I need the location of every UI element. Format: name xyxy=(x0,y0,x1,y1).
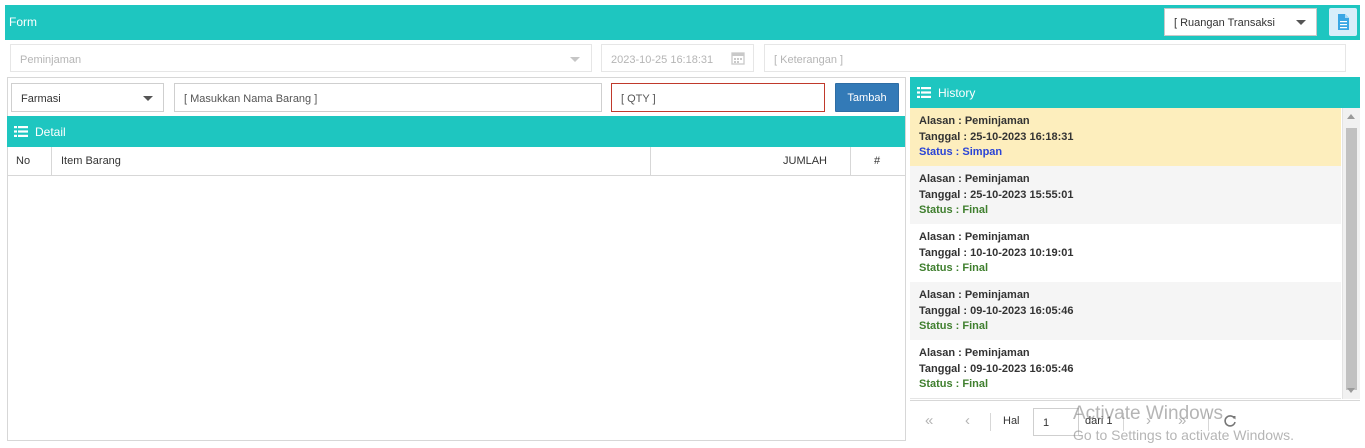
column-no: No xyxy=(16,155,31,167)
column-jumlah: JUMLAH xyxy=(783,155,828,167)
keterangan-field[interactable]: [ Keterangan ] xyxy=(764,44,1346,72)
alasan-select[interactable]: Peminjaman xyxy=(10,44,592,72)
detail-table-header: No Item Barang JUMLAH # xyxy=(7,147,905,176)
history-tanggal: Tanggal : 25-10-2023 16:18:31 xyxy=(919,130,1074,143)
history-list: Alasan : Peminjaman Tanggal : 25-10-2023… xyxy=(910,108,1341,399)
file-icon xyxy=(1338,14,1349,30)
nama-barang-input[interactable]: [ Masukkan Nama Barang ] xyxy=(174,83,602,112)
history-title: History xyxy=(938,86,976,100)
tambah-button[interactable]: Tambah xyxy=(835,83,899,112)
history-item[interactable]: Alasan : Peminjaman Tanggal : 09-10-2023… xyxy=(910,282,1341,341)
form-title: Form xyxy=(9,15,37,29)
activate-windows-hint: Go to Settings to activate Windows. xyxy=(1073,427,1294,443)
history-status: Status : Simpan xyxy=(919,146,1003,158)
scrollbar-thumb[interactable] xyxy=(1346,128,1357,390)
history-item[interactable]: Alasan : Peminjaman Tanggal : 25-10-2023… xyxy=(910,108,1341,167)
kategori-select[interactable]: Farmasi xyxy=(11,83,164,112)
column-item-barang: Item Barang xyxy=(61,155,121,167)
prev-page-icon[interactable]: ‹ xyxy=(965,412,970,429)
pager-divider xyxy=(990,413,991,431)
kategori-select-value: Farmasi xyxy=(21,93,61,105)
alasan-select-value: Peminjaman xyxy=(20,54,82,66)
chevron-down-icon xyxy=(143,96,153,101)
history-tanggal: Tanggal : 25-10-2023 15:55:01 xyxy=(919,188,1074,201)
keterangan-placeholder: [ Keterangan ] xyxy=(774,54,844,66)
detail-title: Detail xyxy=(35,125,66,139)
refresh-icon[interactable] xyxy=(1223,414,1237,428)
scroll-up-arrow-icon[interactable] xyxy=(1347,114,1355,119)
history-tanggal: Tanggal : 09-10-2023 16:05:46 xyxy=(919,362,1074,375)
history-alasan: Alasan : Peminjaman xyxy=(919,347,1030,359)
history-status: Status : Final xyxy=(919,262,989,274)
history-item[interactable]: Alasan : Peminjaman Tanggal : 09-10-2023… xyxy=(910,340,1341,399)
history-header-bar: History xyxy=(910,77,1360,108)
detail-header-bar: Detail xyxy=(7,116,905,147)
scroll-down-arrow-icon[interactable] xyxy=(1347,388,1355,393)
qty-input[interactable]: [ QTY ] xyxy=(611,83,825,112)
history-status: Status : Final xyxy=(919,378,989,390)
nama-barang-placeholder: [ Masukkan Nama Barang ] xyxy=(184,93,318,105)
list-icon xyxy=(14,126,28,137)
history-alasan: Alasan : Peminjaman xyxy=(919,289,1030,301)
tanggal-value: 2023-10-25 16:18:31 xyxy=(611,54,714,66)
history-scrollbar[interactable] xyxy=(1342,108,1360,399)
column-action: # xyxy=(874,155,881,167)
ruangan-transaksi-select[interactable]: [ Ruangan Transaksi xyxy=(1164,8,1317,36)
history-status: Status : Final xyxy=(919,204,989,216)
chevron-down-icon xyxy=(1296,20,1306,25)
ruangan-select-value: [ Ruangan Transaksi xyxy=(1174,17,1275,29)
tanggal-field[interactable]: 2023-10-25 16:18:31 xyxy=(601,44,754,72)
form-header: Form [ Ruangan Transaksi xyxy=(5,5,1360,40)
history-tanggal: Tanggal : 10-10-2023 10:19:01 xyxy=(919,246,1074,259)
history-item[interactable]: Alasan : Peminjaman Tanggal : 25-10-2023… xyxy=(910,166,1341,225)
column-divider xyxy=(51,147,52,175)
pager-hal-label: Hal xyxy=(1003,415,1020,427)
history-tanggal: Tanggal : 09-10-2023 16:05:46 xyxy=(919,304,1074,317)
column-divider xyxy=(850,147,851,175)
history-item[interactable]: Alasan : Peminjaman Tanggal : 10-10-2023… xyxy=(910,224,1341,283)
document-button[interactable] xyxy=(1329,8,1357,36)
column-divider xyxy=(650,147,651,175)
calendar-icon xyxy=(731,52,745,65)
first-page-icon[interactable]: « xyxy=(925,412,933,429)
list-icon xyxy=(917,87,931,98)
history-alasan: Alasan : Peminjaman xyxy=(919,115,1030,127)
chevron-down-icon xyxy=(570,57,580,62)
qty-placeholder: [ QTY ] xyxy=(621,93,656,105)
history-alasan: Alasan : Peminjaman xyxy=(919,231,1030,243)
history-status: Status : Final xyxy=(919,320,989,332)
history-alasan: Alasan : Peminjaman xyxy=(919,173,1030,185)
activate-windows-watermark: Activate Windows xyxy=(1073,403,1223,424)
